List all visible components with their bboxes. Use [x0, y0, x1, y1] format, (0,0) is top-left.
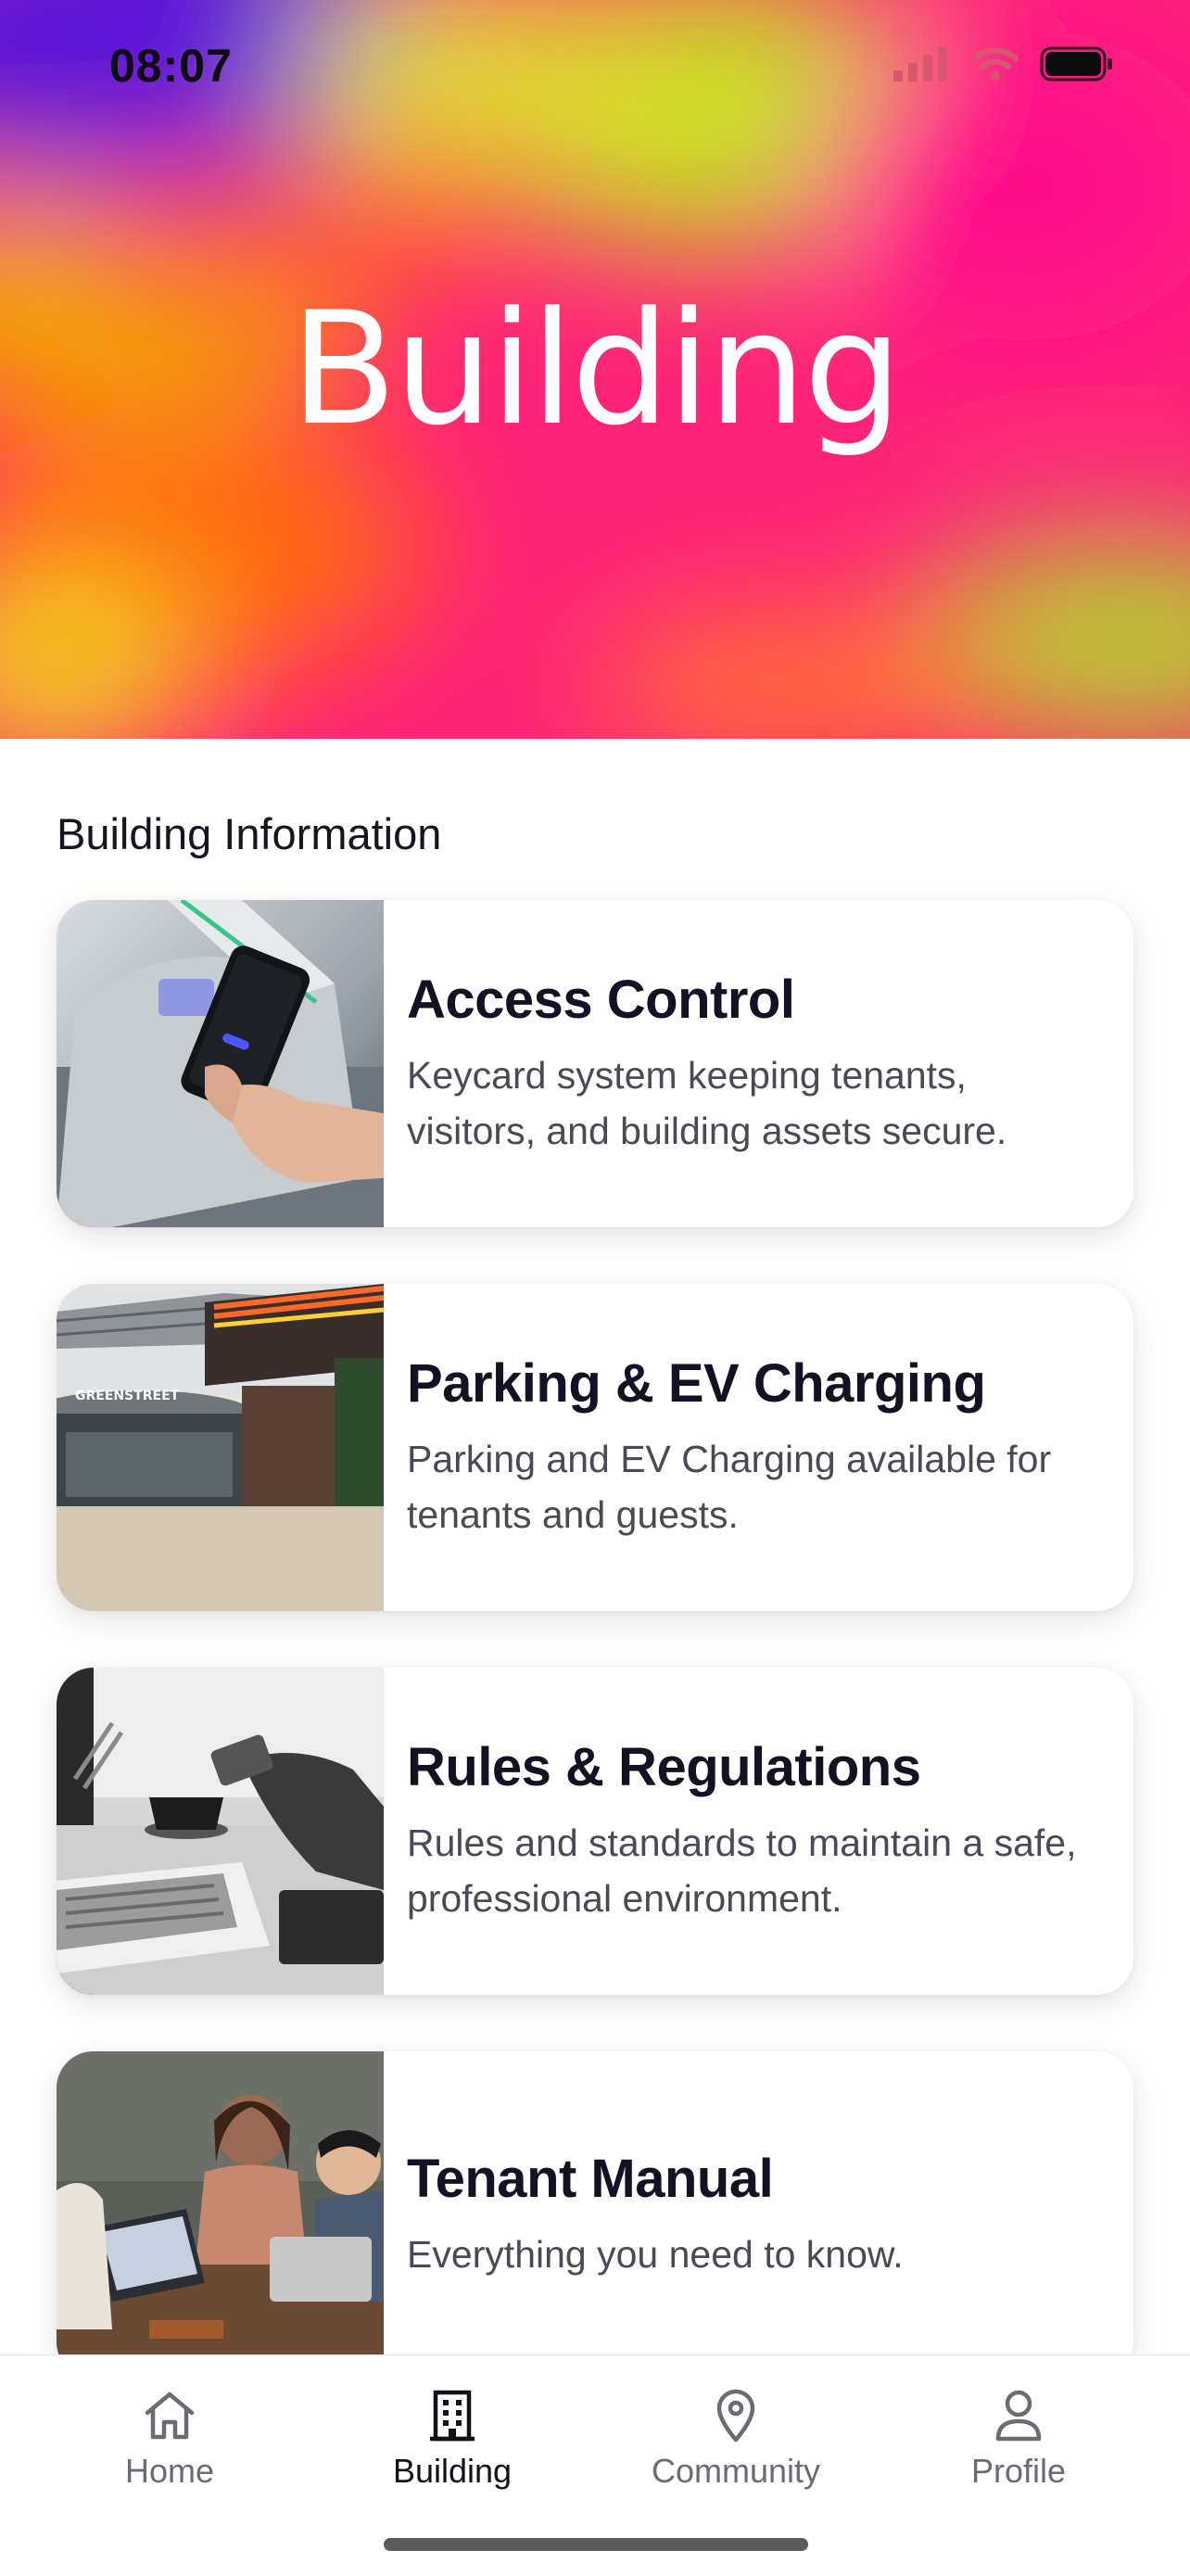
- map-pin-icon: [716, 2389, 755, 2443]
- card-description: Keycard system keeping tenants, visitors…: [407, 1054, 1007, 1152]
- home-indicator[interactable]: [384, 2538, 808, 2551]
- card-description: Parking and EV Charging available for te…: [407, 1438, 1052, 1536]
- card-title: Parking & EV Charging: [407, 1353, 986, 1414]
- tab-community[interactable]: Community: [625, 2385, 847, 2491]
- card-title: Tenant Manual: [407, 2149, 774, 2209]
- card-description: Everything you need to know.: [407, 2233, 904, 2276]
- desk-workspace-image: [57, 1668, 384, 1995]
- tab-label: Profile: [970, 2452, 1067, 2490]
- svg-text:GREENSTREET: GREENSTREET: [75, 1389, 180, 1403]
- wifi-icon: [972, 47, 1019, 81]
- access-control-image: [57, 900, 384, 1227]
- tenants-meeting-image: [57, 2051, 384, 2379]
- status-time: 08:07: [109, 40, 233, 92]
- tab-label: Community: [651, 2452, 821, 2490]
- card-parking-ev-charging[interactable]: GREENSTREET Parking & EV Charging Parkin…: [57, 1284, 1133, 1611]
- home-icon: [145, 2392, 195, 2440]
- battery-icon: [1040, 46, 1112, 82]
- card-title: Access Control: [407, 970, 795, 1030]
- card-access-control[interactable]: Access Control Keycard system keeping te…: [57, 900, 1133, 1227]
- tab-label: Building: [392, 2452, 513, 2490]
- parking-building-image: GREENSTREET: [57, 1284, 384, 1611]
- tab-building[interactable]: Building: [341, 2385, 563, 2491]
- section-title: Building Information: [57, 809, 442, 858]
- tab-home[interactable]: Home: [58, 2385, 281, 2491]
- tab-label: Home: [124, 2452, 215, 2490]
- page-title: Building: [290, 278, 903, 460]
- cellular-signal-icon: [893, 46, 947, 82]
- card-tenant-manual[interactable]: Tenant Manual Everything you need to kno…: [57, 2051, 1133, 2379]
- person-icon: [995, 2390, 1042, 2442]
- card-rules-regulations[interactable]: Rules & Regulations Rules and standards …: [57, 1668, 1133, 1995]
- tab-profile[interactable]: Profile: [907, 2385, 1130, 2491]
- hero-banner: 08:07 Building: [0, 0, 1190, 739]
- card-description: Rules and standards to maintain a safe, …: [407, 1821, 1077, 1920]
- card-title: Rules & Regulations: [407, 1737, 921, 1797]
- status-icons: [893, 46, 1114, 82]
- building-icon: [430, 2390, 475, 2442]
